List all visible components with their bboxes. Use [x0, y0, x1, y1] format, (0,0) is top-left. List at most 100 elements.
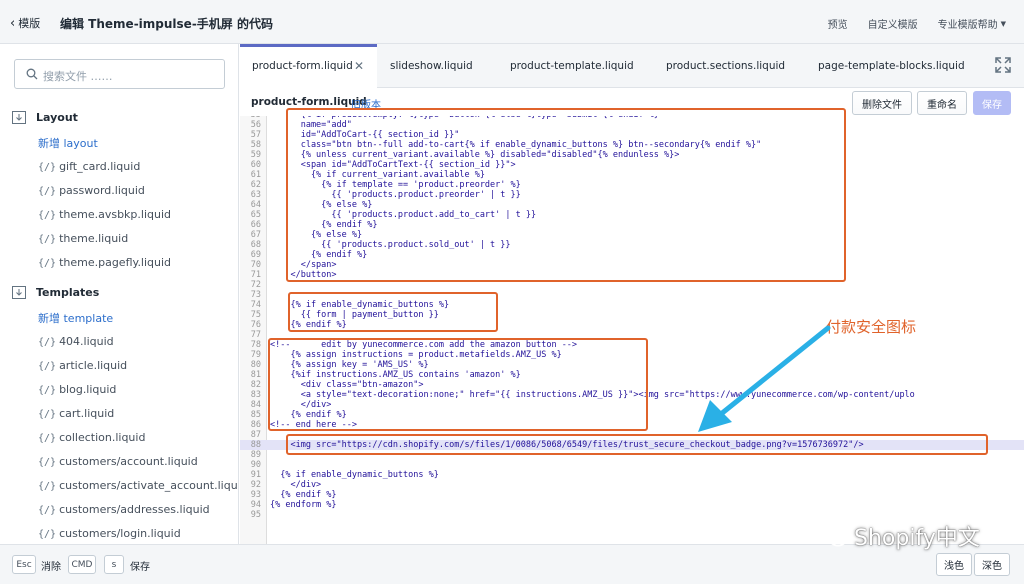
code-line[interactable]: 69 {% endif %} — [240, 250, 1024, 260]
tab-product-sections[interactable]: product.sections.liquid — [666, 60, 785, 72]
templates-section-toggle[interactable]: Templates — [12, 286, 99, 299]
code-line[interactable]: 85 {% endif %} — [240, 410, 1024, 420]
code-text: {% unless current_variant.available %} d… — [270, 150, 680, 160]
code-line[interactable]: 82 <div class="btn-amazon"> — [240, 380, 1024, 390]
code-text: {% endif %} — [270, 250, 368, 260]
esc-label: 消除 — [41, 562, 61, 573]
line-number: 61 — [250, 170, 261, 180]
line-number: 75 — [250, 310, 261, 320]
code-line[interactable]: 61 {% if current_variant.available %} — [240, 170, 1024, 180]
editor-tabs: product-form.liquid ✕ slideshow.liquid p… — [240, 44, 1024, 88]
code-line[interactable]: 59 {% unless current_variant.available %… — [240, 150, 1024, 160]
new-template-link[interactable]: 新增 template — [38, 310, 113, 326]
file-item[interactable]: {/} theme.liquid — [38, 232, 128, 245]
preview-link[interactable]: 预览 — [828, 16, 848, 31]
code-line[interactable]: 84 </div> — [240, 400, 1024, 410]
code-line[interactable]: 64 {% else %} — [240, 200, 1024, 210]
line-number: 95 — [250, 510, 261, 520]
code-text: {% else %} — [270, 230, 363, 240]
code-line[interactable]: 93 {% endif %} — [240, 490, 1024, 500]
code-line[interactable]: 90 — [240, 460, 1024, 470]
line-number: 85 — [250, 410, 261, 420]
code-line[interactable]: 73 — [240, 290, 1024, 300]
code-line[interactable]: 56 name="add" — [240, 120, 1024, 130]
new-layout-link[interactable]: 新增 layout — [38, 135, 98, 151]
code-text: <!-- edit by yunecommerce.com add the am… — [270, 340, 578, 350]
code-line[interactable]: 68 {{ 'products.product.sold_out' | t }} — [240, 240, 1024, 250]
layout-section-toggle[interactable]: Layout — [12, 111, 78, 124]
file-item[interactable]: {/} cart.liquid — [38, 407, 114, 420]
tab-product-template[interactable]: product-template.liquid — [510, 60, 634, 72]
code-line[interactable]: 71 </button> — [240, 270, 1024, 280]
code-line[interactable]: 60 <span id="AddToCartText-{{ section_id… — [240, 160, 1024, 170]
code-line[interactable]: 65 {{ 'products.product.add_to_cart' | t… — [240, 210, 1024, 220]
code-text: <span id="AddToCartText-{{ section_id }}… — [270, 160, 516, 170]
file-item[interactable]: {/} password.liquid — [38, 184, 145, 197]
line-number: 82 — [250, 380, 261, 390]
code-text: </div> — [270, 480, 322, 490]
code-line[interactable]: 70 </span> — [240, 260, 1024, 270]
code-line[interactable]: 89 — [240, 450, 1024, 460]
code-line[interactable]: 67 {% else %} — [240, 230, 1024, 240]
file-item[interactable]: {/} 404.liquid — [38, 335, 114, 348]
file-item[interactable]: {/} theme.pagefly.liquid — [38, 256, 171, 269]
code-line[interactable]: 74 {% if enable_dynamic_buttons %} — [240, 300, 1024, 310]
expand-icon[interactable] — [994, 56, 1012, 74]
file-item[interactable]: {/} customers/login.liquid — [38, 527, 181, 540]
file-item[interactable]: {/} article.liquid — [38, 359, 127, 372]
file-item[interactable]: {/} theme.avsbkp.liquid — [38, 208, 171, 221]
code-line[interactable]: 63 {{ 'products.product.preorder' | t }} — [240, 190, 1024, 200]
old-version-link[interactable]: 旧版本 — [351, 96, 381, 111]
code-line[interactable]: 94 {% endform %} — [240, 500, 1024, 510]
theme-help-menu[interactable]: 专业模版帮助 ▼ — [938, 16, 1006, 32]
file-item[interactable]: {/} blog.liquid — [38, 383, 116, 396]
code-line[interactable]: 88 <img src="https://cdn.shopify.com/s/f… — [240, 440, 1024, 450]
code-text: {{ form | payment_button }} — [270, 310, 439, 320]
code-line[interactable]: 95 — [240, 510, 1024, 520]
code-line[interactable]: 92 </div> — [240, 480, 1024, 490]
code-line[interactable]: 78 <!-- edit by yunecommerce.com add the … — [240, 340, 1024, 350]
close-icon[interactable]: ✕ — [354, 59, 364, 73]
line-number: 56 — [250, 120, 261, 130]
code-line[interactable]: 81 {%if instructions.AMZ_US contains 'am… — [240, 370, 1024, 380]
search-input[interactable]: 搜索文件 …… — [14, 59, 225, 89]
code-line[interactable]: 83 <a style="text-decoration:none;" href… — [240, 390, 1024, 400]
line-number: 80 — [250, 360, 261, 370]
code-line[interactable]: 79 {% assign instructions = product.meta… — [240, 350, 1024, 360]
file-item[interactable]: {/} customers/activate_account.liquid — [38, 479, 238, 492]
code-line[interactable]: 62 {% if template == 'product.preorder' … — [240, 180, 1024, 190]
code-line[interactable]: 91 {% if enable_dynamic_buttons %} — [240, 470, 1024, 480]
code-line[interactable]: 80 {% assign key = 'AMS_US' %} — [240, 360, 1024, 370]
back-button[interactable]: ‹ 模版 — [10, 15, 40, 31]
code-line[interactable]: 72 — [240, 280, 1024, 290]
file-item[interactable]: {/} customers/addresses.liquid — [38, 503, 210, 516]
save-button[interactable]: 保存 — [973, 91, 1011, 115]
line-number: 91 — [250, 470, 261, 480]
file-item[interactable]: {/} gift_card.liquid — [38, 160, 140, 173]
light-theme-button[interactable]: 浅色 — [936, 553, 972, 576]
delete-file-button[interactable]: 删除文件 — [852, 91, 912, 115]
tab-slideshow[interactable]: slideshow.liquid — [390, 60, 473, 72]
code-line[interactable]: 57 id="AddToCart-{{ section_id }}" — [240, 130, 1024, 140]
tab-page-template-blocks[interactable]: page-template-blocks.liquid — [818, 60, 965, 72]
code-line[interactable]: 58 class="btn btn--full add-to-cart{% if… — [240, 140, 1024, 150]
dark-theme-button[interactable]: 深色 — [974, 553, 1010, 576]
esc-key: Esc — [12, 555, 36, 574]
rename-button[interactable]: 重命名 — [917, 91, 967, 115]
file-name: product-form.liquid — [251, 96, 367, 108]
search-icon — [26, 68, 38, 80]
annotation-label: 付款安全图标 — [826, 318, 917, 336]
code-text: <div class="btn-amazon"> — [270, 380, 424, 390]
code-line[interactable]: 87 — [240, 430, 1024, 440]
tab-product-form[interactable]: product-form.liquid ✕ — [240, 44, 377, 88]
line-number: 77 — [250, 330, 261, 340]
line-number: 68 — [250, 240, 261, 250]
file-item[interactable]: {/} customers/account.liquid — [38, 455, 198, 468]
wechat-icon — [818, 524, 847, 547]
file-item[interactable]: {/} collection.liquid — [38, 431, 145, 444]
code-text: <img src="https://cdn.shopify.com/s/file… — [270, 440, 864, 450]
code-line[interactable]: 66 {% endif %} — [240, 220, 1024, 230]
customize-theme-link[interactable]: 自定义模版 — [868, 16, 918, 31]
code-line[interactable]: 86 <!-- end here --> — [240, 420, 1024, 430]
watermark: Shopify中文 — [818, 520, 980, 552]
